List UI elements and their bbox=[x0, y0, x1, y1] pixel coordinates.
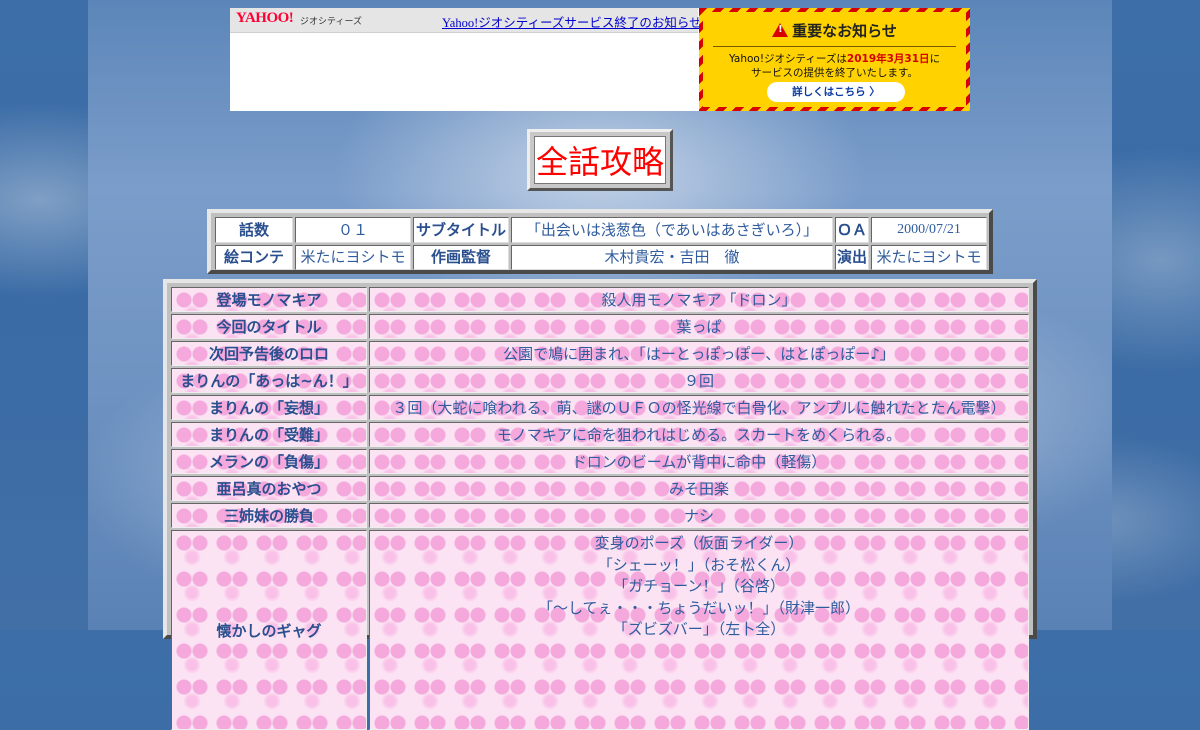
row-label: メランの「負傷」 bbox=[171, 449, 367, 474]
yahoo-geocities-banner: YAHOO! ジオシティーズ Yahoo!ジオシティーズサービス終了のお知らせ … bbox=[230, 8, 970, 111]
row-label: まりんの「あっは~ん！」 bbox=[171, 368, 367, 393]
subtitle-value: 「出会いは浅葱色（であいはあさぎいろ）」 bbox=[511, 217, 833, 243]
oa-date: 2000/07/21 bbox=[871, 217, 987, 243]
important-notice-box[interactable]: 重要なお知らせ Yahoo!ジオシティーズは2019年3月31日に サービスの提… bbox=[699, 8, 970, 111]
row-value: みそ田楽 bbox=[369, 476, 1029, 501]
gags-list: 変身のポーズ（仮面ライダー） 「シェーッ！」（おそ松くん） 「ガチョーン！」（谷… bbox=[369, 530, 1029, 730]
row-value: 葉っぱ bbox=[369, 314, 1029, 339]
row-label: まりんの「妄想」 bbox=[171, 395, 367, 420]
storyboard-label: 絵コンテ bbox=[215, 245, 293, 270]
oa-label: ＯＡ bbox=[835, 217, 869, 243]
row-label: まりんの「受難」 bbox=[171, 422, 367, 447]
animation-director-label: 作画監督 bbox=[413, 245, 509, 270]
gag-item: 「シェーッ！」（おそ松くん） bbox=[597, 555, 801, 574]
row-value: ドロンのビームが背中に命中（軽傷） bbox=[369, 449, 1029, 474]
row-label: 今回のタイトル bbox=[171, 314, 367, 339]
row-label: 亜呂真のおやつ bbox=[171, 476, 367, 501]
gag-item: 「～してぇ・・・ちょうだいッ！」（財津一郎） bbox=[537, 598, 861, 617]
service-end-notice-link[interactable]: Yahoo!ジオシティーズサービス終了のお知らせ bbox=[442, 12, 702, 31]
row-value: モノマキアに命を狙われはじめる。スカートをめくられる。 bbox=[369, 422, 1029, 447]
storyboard-value: 米たにヨシトモ bbox=[295, 245, 411, 270]
notice-divider bbox=[713, 46, 956, 47]
row-label: 次回予告後のロロ bbox=[171, 341, 367, 366]
notice-line1-b: に bbox=[929, 53, 941, 65]
notice-title: 重要なお知らせ bbox=[703, 20, 966, 41]
row-value: ９回 bbox=[369, 368, 1029, 393]
director-value: 米たにヨシトモ bbox=[871, 245, 987, 270]
row-value: ナシ bbox=[369, 503, 1029, 528]
director-label: 演出 bbox=[835, 245, 869, 270]
notice-line2: サービスの提供を終了いたします。 bbox=[751, 67, 918, 79]
geocities-logo-text: ジオシティーズ bbox=[300, 16, 363, 26]
notice-line1-a: Yahoo!ジオシティーズは bbox=[728, 53, 847, 65]
page-title-frame: 全話攻略 bbox=[527, 129, 673, 191]
row-label: 登場モノマキア bbox=[171, 287, 367, 312]
warning-icon bbox=[772, 23, 789, 37]
subtitle-label: サブタイトル bbox=[413, 217, 509, 243]
yahoo-top-strip: YAHOO! ジオシティーズ Yahoo!ジオシティーズサービス終了のお知らせ bbox=[230, 8, 702, 33]
row-value: ３回（大蛇に喰われる、萌、謎のＵＦＯの怪光線で白骨化、アンプルに触れたとたん電撃… bbox=[369, 395, 1029, 420]
notice-title-text: 重要なお知らせ bbox=[792, 22, 897, 40]
episode-details-table: 登場モノマキア 殺人用モノマキア「ドロン」 今回のタイトル 葉っぱ 次回予告後の… bbox=[163, 279, 1037, 730]
row-value: 殺人用モノマキア「ドロン」 bbox=[369, 287, 1029, 312]
yahoo-logo[interactable]: YAHOO! bbox=[236, 10, 294, 27]
gags-label: 懐かしのギャグ bbox=[171, 530, 367, 730]
page-title: 全話攻略 bbox=[534, 136, 666, 184]
gag-item: 「ガチョーン！」（谷啓） bbox=[613, 577, 785, 595]
row-value: 公園で鳩に囲まれ、「はーとっぽっぽー、はとぽっぽー♪」 bbox=[369, 341, 1029, 366]
episode-value: ０１ bbox=[295, 217, 411, 243]
notice-end-date: 2019年3月31日 bbox=[846, 53, 930, 65]
episode-label: 話数 bbox=[215, 217, 293, 243]
row-label: 三姉妹の勝負 bbox=[171, 503, 367, 528]
gag-item: 変身のポーズ（仮面ライダー） bbox=[594, 534, 804, 552]
animation-director-value: 木村貴宏・吉田 徹 bbox=[511, 245, 833, 270]
episode-info-table: 話数 ０１ サブタイトル 「出会いは浅葱色（であいはあさぎいろ）」 ＯＡ 200… bbox=[207, 209, 993, 274]
notice-details-button[interactable]: 詳しくはこちら 〉 bbox=[767, 82, 905, 102]
notice-text: Yahoo!ジオシティーズは2019年3月31日に サービスの提供を終了いたしま… bbox=[703, 52, 966, 80]
